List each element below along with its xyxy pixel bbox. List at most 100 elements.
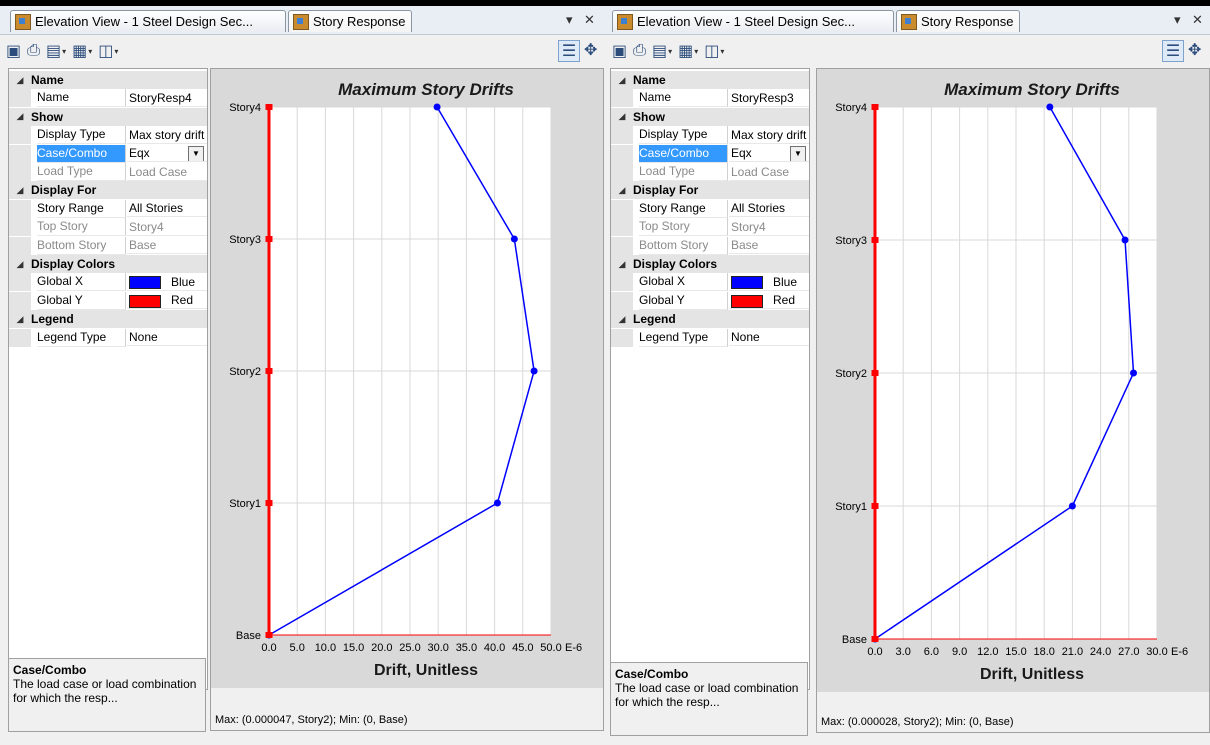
close-icon[interactable]: ✕ [1192, 12, 1203, 28]
property-value-global-y-color[interactable]: Red [729, 292, 809, 310]
collapse-arrow-icon[interactable]: ◢ [9, 111, 31, 122]
pan-icon[interactable]: ✥ [1188, 40, 1201, 60]
property-value-story-range[interactable]: All Stories [729, 200, 809, 218]
x-tick-label: 30.0 [427, 642, 448, 654]
property-row-top-story[interactable]: Top Story Story4 [611, 218, 809, 237]
value-text: None [129, 330, 158, 345]
property-value-top-story[interactable]: Story4 [729, 219, 809, 236]
pin-dropdown-icon[interactable]: ▾ [1174, 12, 1181, 28]
property-value-name[interactable]: StoryResp4 [127, 90, 207, 107]
property-row-load-type[interactable]: Load Type Load Case [611, 163, 809, 181]
property-value-load-type[interactable]: Load Case [729, 164, 809, 181]
category-display-colors[interactable]: ◢ Display Colors [9, 255, 207, 273]
property-value-global-x-color[interactable]: Blue [127, 274, 207, 291]
row-margin [9, 126, 31, 145]
property-row-case-combo[interactable]: Case/Combo Eqx ▼ [611, 144, 809, 163]
close-icon[interactable]: ✕ [584, 12, 595, 28]
dropdown-arrow-icon[interactable]: ▼ [188, 146, 204, 162]
tab-elevation-view[interactable]: Elevation View - 1 Steel Design Sec... [612, 10, 894, 32]
chart-icon[interactable]: ◫ ▾ [704, 40, 724, 62]
save-icon[interactable]: ▣ [612, 40, 627, 62]
tab-elevation-view[interactable]: Elevation View - 1 Steel Design Sec... [10, 10, 286, 32]
property-value-load-type[interactable]: Load Case [127, 164, 207, 181]
property-value-display-type[interactable]: Max story drift [127, 127, 207, 144]
collapse-arrow-icon[interactable]: ◢ [9, 259, 31, 270]
property-row-load-type[interactable]: Load Type Load Case [9, 163, 207, 181]
table-icon[interactable]: ▦ ▾ [72, 40, 92, 62]
property-row-display-type[interactable]: Display Type Max story drift [9, 126, 207, 145]
status-bar: Max: (0.000047, Story2); Min: (0, Base) [210, 688, 604, 731]
tab-story-response[interactable]: Story Response [288, 10, 412, 32]
category-display-colors[interactable]: ◢ Display Colors [611, 255, 809, 273]
property-row-bottom-story[interactable]: Bottom Story Base [9, 236, 207, 255]
dropdown-arrow-icon[interactable]: ▼ [790, 146, 806, 162]
property-row-global-y[interactable]: Global Y Red [9, 291, 207, 310]
tab-story-label: Story Response [313, 14, 406, 29]
collapse-arrow-icon[interactable]: ◢ [9, 185, 31, 196]
collapse-arrow-icon[interactable]: ◢ [611, 314, 633, 325]
tab-story-response[interactable]: Story Response [896, 10, 1020, 32]
row-margin [611, 273, 633, 292]
property-value-name[interactable]: StoryResp3 [729, 90, 809, 107]
collapse-arrow-icon[interactable]: ◢ [611, 259, 633, 270]
property-value-global-y-color[interactable]: Red [127, 292, 207, 310]
property-row-story-range[interactable]: Story Range All Stories [9, 199, 207, 218]
data-point-global-y [265, 632, 273, 638]
category-display-for[interactable]: ◢ Display For [9, 181, 207, 200]
property-row-story-range[interactable]: Story Range All Stories [611, 199, 809, 218]
property-value-bottom-story[interactable]: Base [127, 237, 207, 255]
pin-dropdown-icon[interactable]: ▾ [566, 12, 573, 28]
property-value-global-x-color[interactable]: Blue [729, 274, 809, 291]
category-label: Name [31, 73, 64, 87]
property-row-legend-type[interactable]: Legend Type None [611, 328, 809, 347]
property-row-global-y[interactable]: Global Y Red [611, 291, 809, 310]
table-icon[interactable]: ▦ ▾ [678, 40, 698, 62]
y-tick-label-story1: Story1 [835, 501, 867, 513]
row-margin [611, 236, 633, 255]
property-row-bottom-story[interactable]: Bottom Story Base [611, 236, 809, 255]
print-icon[interactable]: ⎙ [633, 40, 646, 62]
category-legend[interactable]: ◢ Legend [611, 310, 809, 329]
collapse-arrow-icon[interactable]: ◢ [9, 314, 31, 325]
value-text: All Stories [731, 201, 786, 216]
property-row-display-type[interactable]: Display Type Max story drift [611, 126, 809, 145]
category-name[interactable]: ◢ Name [9, 71, 207, 89]
tree-view-icon[interactable]: ☰ [1162, 40, 1184, 62]
property-value-story-range[interactable]: All Stories [127, 200, 207, 218]
property-row-case-combo[interactable]: Case/Combo Eqx ▼ [9, 144, 207, 163]
category-show[interactable]: ◢ Show [611, 107, 809, 126]
save-icon[interactable]: ▣ [6, 40, 21, 62]
chart-icon[interactable]: ◫ ▾ [98, 40, 118, 62]
collapse-arrow-icon[interactable]: ◢ [611, 185, 633, 196]
category-show[interactable]: ◢ Show [9, 107, 207, 126]
story-response-icon [293, 13, 309, 30]
export-image-icon[interactable]: ▤ ▾ [652, 40, 672, 62]
property-value-case-combo[interactable]: Eqx ▼ [127, 145, 207, 163]
export-image-icon[interactable]: ▤ ▾ [46, 40, 66, 62]
property-value-case-combo[interactable]: Eqx ▼ [729, 145, 809, 163]
property-row-global-x[interactable]: Global X Blue [9, 273, 207, 292]
category-name[interactable]: ◢ Name [611, 71, 809, 89]
property-row-name[interactable]: Name StoryResp4 [9, 89, 207, 108]
collapse-arrow-icon[interactable]: ◢ [611, 75, 633, 86]
property-row-name[interactable]: Name StoryResp3 [611, 89, 809, 108]
property-row-legend-type[interactable]: Legend Type None [9, 328, 207, 347]
tree-view-icon[interactable]: ☰ [558, 40, 580, 62]
property-value-display-type[interactable]: Max story drift [729, 127, 809, 144]
property-row-global-x[interactable]: Global X Blue [611, 273, 809, 292]
property-value-top-story[interactable]: Story4 [127, 219, 207, 236]
category-label: Display For [31, 183, 97, 198]
property-row-top-story[interactable]: Top Story Story4 [9, 218, 207, 237]
property-value-legend-type[interactable]: None [127, 329, 207, 347]
category-display-for[interactable]: ◢ Display For [611, 181, 809, 200]
property-value-legend-type[interactable]: None [729, 329, 809, 347]
collapse-arrow-icon[interactable]: ◢ [611, 111, 633, 122]
category-label: Display For [633, 183, 699, 198]
print-icon[interactable]: ⎙ [27, 40, 40, 62]
property-value-bottom-story[interactable]: Base [729, 237, 809, 255]
collapse-arrow-icon[interactable]: ◢ [9, 75, 31, 86]
elevation-view-icon [617, 13, 633, 30]
pan-icon[interactable]: ✥ [584, 40, 597, 60]
category-legend[interactable]: ◢ Legend [9, 310, 207, 329]
property-label: Global X [639, 273, 728, 292]
